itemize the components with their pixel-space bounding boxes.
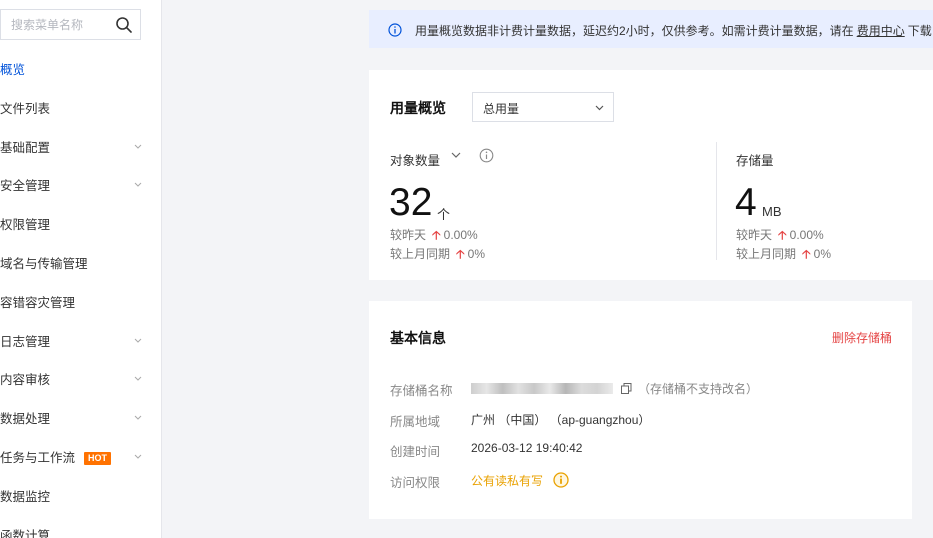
chevron-down-icon: [134, 144, 142, 149]
sidebar-item-label: 权限管理: [0, 218, 51, 233]
sidebar-item-label: 安全管理: [0, 179, 51, 194]
sidebar-item-data-monitoring[interactable]: 数据监控: [0, 479, 161, 518]
access-permission-row: 公有读私有写: [471, 472, 569, 489]
storage-value: 4: [735, 181, 757, 224]
metric-divider: [716, 142, 717, 260]
object-dod-value: 0.00%: [443, 228, 478, 242]
chevron-down-icon: [134, 377, 142, 382]
chevron-down-icon: [134, 415, 142, 420]
sidebar-item-logs[interactable]: 日志管理: [0, 324, 161, 363]
bucket-name-label: 存储桶名称: [390, 384, 453, 398]
storage-mom-value: 0%: [813, 247, 831, 261]
chevron-down-icon: [595, 105, 604, 111]
storage-mom-label: 较上月同期: [736, 247, 797, 261]
usage-overview-title: 用量概览: [390, 100, 446, 116]
created-time-value: 2026-03-12 19:40:42: [471, 441, 583, 455]
chevron-down-icon[interactable]: [451, 152, 461, 159]
storage-mom: 较上月同期 🡡 0%: [736, 245, 831, 266]
storage-dod-value: 0.00%: [789, 228, 824, 242]
sidebar-item-overview[interactable]: 概览: [0, 52, 161, 91]
sidebar-item-data-processing[interactable]: 数据处理: [0, 401, 161, 440]
search-icon[interactable]: [115, 16, 133, 34]
object-count-label: 对象数量: [390, 154, 441, 168]
sidebar-item-label: 基础配置: [0, 140, 51, 155]
notice-banner: 用量概览数据非计费计量数据，延迟约2小时，仅供参考。如需计费计量数据，请在 费用中…: [369, 10, 933, 48]
region-value: 广州 （中国） （ap-guangzhou）: [471, 413, 651, 427]
sidebar-item-permissions[interactable]: 权限管理: [0, 207, 161, 246]
access-permission-label: 访问权限: [390, 476, 441, 490]
sidebar-item-label: 文件列表: [0, 101, 51, 116]
notice-text: 用量概览数据非计费计量数据，延迟约2小时，仅供参考。如需计费计量数据，请在 费用中…: [415, 22, 932, 39]
sidebar-item-label: 域名与传输管理: [0, 256, 88, 271]
sidebar-item-domains[interactable]: 域名与传输管理: [0, 246, 161, 285]
sidebar-item-basic-config[interactable]: 基础配置: [0, 130, 161, 169]
sidebar-item-label: 数据监控: [0, 489, 51, 504]
sidebar-item-file-list[interactable]: 文件列表: [0, 91, 161, 130]
sidebar-item-label: 任务与工作流: [0, 450, 76, 465]
sidebar-item-label: 内容审核: [0, 373, 51, 388]
notice-text-before: 用量概览数据非计费计量数据，延迟约2小时，仅供参考。如需计费计量数据，请在: [415, 24, 854, 38]
chevron-down-icon: [134, 454, 142, 459]
basic-info-card: 基本信息 删除存储桶 存储桶名称 （存储桶不支持改名） 所属地域 广州 （中国）…: [369, 301, 912, 519]
object-count-value: 32: [389, 181, 433, 224]
usage-overview-card: 用量概览 总用量 对象数量 32 个 较昨天 🡡 0.00% 较上月同期 🡡 0% 存储…: [369, 70, 933, 280]
storage-dod: 较昨天 🡡 0.00%: [736, 226, 824, 247]
object-count-unit: 个: [437, 207, 451, 222]
bucket-rename-note: （存储桶不支持改名）: [638, 382, 759, 396]
object-dod: 较昨天 🡡 0.00%: [390, 226, 478, 247]
sidebar-item-tasks-workflows[interactable]: 任务与工作流 HOT: [0, 440, 161, 479]
sidebar-item-label: 数据处理: [0, 412, 51, 427]
arrow-up-icon: 🡡: [802, 247, 811, 261]
sidebar-item-security[interactable]: 安全管理: [0, 168, 161, 207]
basic-info-title: 基本信息: [390, 330, 446, 346]
region-label: 所属地域: [390, 415, 441, 429]
sidebar-menu: 概览 文件列表 基础配置 安全管理 权限管理 域名与传输管理 容错容灾管理 日志…: [0, 52, 161, 538]
copy-icon[interactable]: [621, 383, 632, 394]
usage-type-select[interactable]: 总用量: [472, 92, 614, 122]
menu-search: [0, 9, 141, 40]
storage-unit: MB: [762, 204, 782, 219]
storage-label: 存储量: [736, 154, 774, 168]
sidebar: 概览 文件列表 基础配置 安全管理 权限管理 域名与传输管理 容错容灾管理 日志…: [0, 0, 162, 538]
object-mom: 较上月同期 🡡 0%: [390, 245, 485, 266]
access-permission-value: 公有读私有写: [471, 474, 544, 488]
sidebar-item-label: 函数计算: [0, 528, 51, 538]
billing-center-link[interactable]: 费用中心: [857, 24, 905, 38]
chevron-down-icon: [134, 338, 142, 343]
hot-badge: HOT: [84, 451, 112, 465]
arrow-up-icon: 🡡: [778, 228, 787, 242]
usage-type-value: 总用量: [483, 102, 520, 116]
sidebar-item-label: 概览: [0, 63, 26, 77]
sidebar-item-content-review[interactable]: 内容审核: [0, 362, 161, 401]
info-icon[interactable]: [479, 148, 494, 163]
sidebar-item-label: 容错容灾管理: [0, 295, 76, 310]
info-icon: [388, 23, 402, 37]
warning-icon[interactable]: [553, 472, 569, 488]
chevron-down-icon: [134, 183, 142, 188]
sidebar-item-function-compute[interactable]: 函数计算: [0, 518, 161, 538]
arrow-up-icon: 🡡: [456, 247, 465, 261]
sidebar-item-disaster-recovery[interactable]: 容错容灾管理: [0, 285, 161, 324]
storage-dod-label: 较昨天: [736, 228, 773, 242]
created-time-label: 创建时间: [390, 445, 441, 459]
object-mom-value: 0%: [467, 247, 485, 261]
bucket-name-row: （存储桶不支持改名）: [471, 380, 758, 397]
bucket-name-redacted: [471, 383, 613, 394]
arrow-up-icon: 🡡: [432, 228, 441, 242]
object-dod-label: 较昨天: [390, 228, 427, 242]
object-mom-label: 较上月同期: [390, 247, 451, 261]
sidebar-item-label: 日志管理: [0, 334, 51, 349]
delete-bucket-button[interactable]: 删除存储桶: [832, 329, 892, 346]
notice-text-after: 下载: [907, 24, 932, 38]
menu-search-input[interactable]: [11, 16, 111, 34]
